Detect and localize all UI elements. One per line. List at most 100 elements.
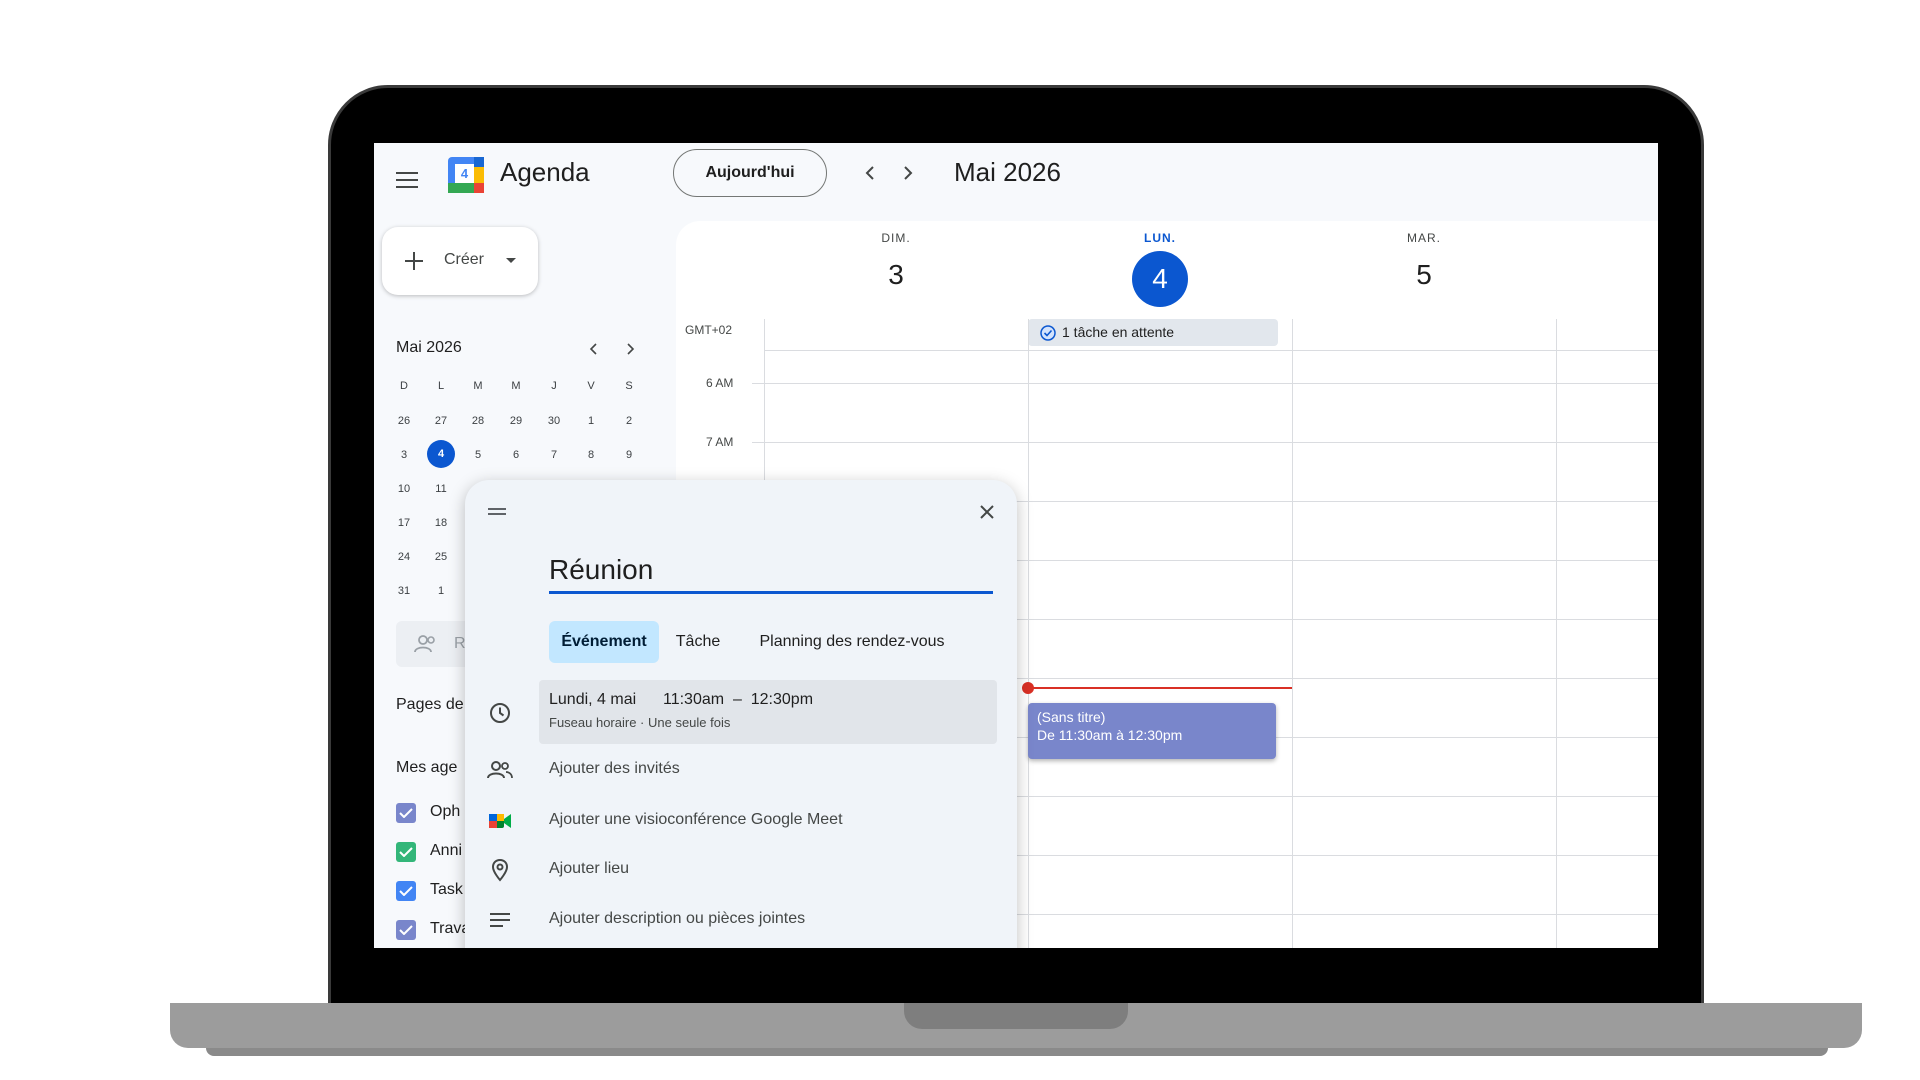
drag-handle-icon[interactable] xyxy=(485,500,509,524)
day-header-tuesday[interactable]: MAR. 5 xyxy=(1292,221,1556,321)
mini-day[interactable]: 29 xyxy=(501,415,531,427)
mini-day[interactable]: 7 xyxy=(539,449,569,461)
chevron-right-icon xyxy=(904,166,913,180)
mini-weekday: D xyxy=(400,380,408,392)
day-of-week: LUN. xyxy=(1144,231,1176,245)
add-guests-button[interactable]: Ajouter des invités xyxy=(549,760,680,778)
calendar-checkbox[interactable] xyxy=(396,881,416,901)
calendar-label: Task xyxy=(430,881,463,898)
mini-day[interactable]: 26 xyxy=(389,415,419,427)
mini-weekday: S xyxy=(625,380,633,392)
day-number: 5 xyxy=(1416,259,1432,290)
mini-day[interactable]: 10 xyxy=(389,483,419,495)
mini-day[interactable]: 25 xyxy=(426,551,456,563)
mini-weekday: J xyxy=(551,380,557,392)
pending-task-label: 1 tâche en attente xyxy=(1062,324,1175,340)
add-description-button[interactable]: Ajouter description ou pièces jointes xyxy=(549,910,805,928)
tab-event[interactable]: Événement xyxy=(549,621,659,663)
guests-icon xyxy=(487,757,513,783)
laptop-base-shadow xyxy=(206,1048,1828,1056)
next-period-button[interactable] xyxy=(894,159,922,187)
mini-day[interactable]: 6 xyxy=(501,449,531,461)
caret-down-icon xyxy=(506,258,516,263)
app-title: Agenda xyxy=(500,157,590,187)
pending-task-chip[interactable]: 1 tâche en attente xyxy=(1028,319,1278,346)
title-input-value: Réunion xyxy=(549,554,654,585)
mini-day-selected-label: 4 xyxy=(437,448,445,460)
check-icon xyxy=(399,847,413,857)
previous-period-button[interactable] xyxy=(856,159,884,187)
clock-icon xyxy=(487,700,513,726)
plus-icon xyxy=(405,252,423,270)
description-icon xyxy=(487,907,513,933)
mini-next-button[interactable] xyxy=(620,339,640,359)
mini-day[interactable]: 17 xyxy=(389,517,419,529)
laptop-notch xyxy=(904,1003,1128,1029)
event-block[interactable]: (Sans titre) De 11:30am à 12:30pm xyxy=(1028,703,1276,759)
timezone-recurrence[interactable]: Fuseau horaire · Une seule fois xyxy=(549,715,730,730)
task-check-icon xyxy=(1040,325,1056,341)
day-number: 3 xyxy=(888,259,904,290)
hour-line xyxy=(752,383,1658,384)
close-icon xyxy=(980,505,994,519)
mini-day[interactable]: 8 xyxy=(576,449,606,461)
day-header-monday[interactable]: LUN. 4 xyxy=(1028,221,1292,321)
day-of-week: MAR. xyxy=(1407,231,1441,245)
mini-day[interactable]: 1 xyxy=(426,585,456,597)
mini-day[interactable]: 1 xyxy=(576,415,606,427)
day-header-sunday[interactable]: DIM. 3 xyxy=(764,221,1028,321)
calendar-checkbox[interactable] xyxy=(396,803,416,823)
grid-divider xyxy=(1556,319,1557,948)
check-icon xyxy=(399,808,413,818)
search-people-placeholder: R xyxy=(454,635,466,652)
current-time-line xyxy=(1028,687,1292,689)
tab-appointment-schedule[interactable]: Planning des rendez-vous xyxy=(737,621,967,663)
today-button[interactable]: Aujourd'hui xyxy=(673,149,827,197)
title-input[interactable]: Réunion xyxy=(549,552,993,594)
date-time-field[interactable]: Lundi, 4 mai 11:30am – 12:30pm Fuseau ho… xyxy=(539,680,997,744)
mini-day[interactable]: 31 xyxy=(389,585,419,597)
event-time-range[interactable]: 11:30am – 12:30pm xyxy=(663,691,813,709)
allday-divider xyxy=(764,350,1658,351)
mini-day[interactable]: 9 xyxy=(614,449,644,461)
mini-day[interactable]: 18 xyxy=(426,517,456,529)
event-title: (Sans titre) xyxy=(1037,709,1106,725)
event-time: De 11:30am à 12:30pm xyxy=(1037,727,1183,743)
mini-day-selected[interactable]: 4 xyxy=(427,440,455,468)
my-calendars-label[interactable]: Mes age xyxy=(396,759,457,777)
calendar-checkbox[interactable] xyxy=(396,920,416,940)
hour-label: 6 AM xyxy=(706,376,734,390)
event-dialog: Réunion Événement Tâche Planning des ren… xyxy=(465,480,1017,948)
google-meet-icon xyxy=(487,808,513,834)
mini-day[interactable]: 2 xyxy=(614,415,644,427)
pages-section-label: Pages de xyxy=(396,696,464,713)
calendar-checkbox[interactable] xyxy=(396,842,416,862)
close-button[interactable] xyxy=(973,498,1001,526)
add-meet-button[interactable]: Ajouter une visioconférence Google Meet xyxy=(549,811,843,829)
hour-line xyxy=(752,442,1658,443)
add-location-button[interactable]: Ajouter lieu xyxy=(549,860,629,878)
mini-day[interactable]: 3 xyxy=(389,449,419,461)
mini-day[interactable]: 24 xyxy=(389,551,419,563)
logo-date: 4 xyxy=(460,166,469,181)
mini-calendar-title: Mai 2026 xyxy=(396,339,462,356)
chevron-left-icon xyxy=(589,343,597,355)
chevron-right-icon xyxy=(627,343,635,355)
mini-day[interactable]: 27 xyxy=(426,415,456,427)
main-menu-icon[interactable] xyxy=(392,165,422,195)
mini-prev-button[interactable] xyxy=(584,339,604,359)
tab-task[interactable]: Tâche xyxy=(661,621,735,663)
grid-divider xyxy=(1028,319,1029,948)
mini-day[interactable]: 28 xyxy=(463,415,493,427)
mini-day[interactable]: 5 xyxy=(463,449,493,461)
create-button[interactable]: Créer xyxy=(382,227,538,295)
event-date[interactable]: Lundi, 4 mai xyxy=(549,691,636,709)
hour-label: 7 AM xyxy=(706,435,734,449)
location-pin-icon xyxy=(487,857,513,883)
calendar-label: Oph xyxy=(430,803,461,820)
day-number: 4 xyxy=(1152,263,1168,294)
mini-day[interactable]: 30 xyxy=(539,415,569,427)
timezone-label: GMT+02 xyxy=(685,323,733,337)
check-icon xyxy=(399,925,413,935)
mini-day[interactable]: 11 xyxy=(426,483,456,495)
